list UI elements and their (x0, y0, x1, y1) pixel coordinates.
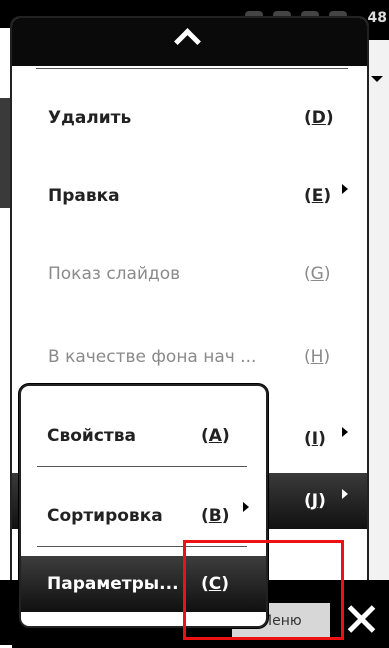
submenu-divider (37, 466, 247, 467)
submenu-item-label: Сортировка (47, 506, 163, 526)
highlight-annotation (183, 540, 344, 640)
menu-item-accelerator: (D) (304, 108, 334, 128)
menu-item-accelerator: (I) (304, 429, 326, 449)
chevron-up-icon (174, 28, 201, 55)
status-time: 48 (367, 10, 387, 26)
menu-item-delete[interactable]: Удалить (D) (12, 90, 367, 146)
menu-item-slideshow: Показ слайдов (G) (12, 246, 367, 302)
submenu-item-accelerator: (B) (201, 506, 230, 526)
menu-item-set-as-background: В качестве фона нач ... (H) (12, 329, 367, 385)
menu-item-label: В качестве фона нач ... (48, 347, 257, 367)
menu-scroll-up[interactable] (12, 18, 367, 66)
close-icon[interactable] (346, 604, 376, 634)
submenu-arrow-icon (342, 427, 348, 437)
submenu-arrow-icon (342, 489, 348, 499)
menu-item-accelerator: (G) (304, 264, 331, 284)
submenu-item-properties[interactable]: Свойства (A) (21, 408, 266, 464)
menu-item-accelerator: (H) (304, 347, 331, 367)
menu-divider (36, 68, 348, 69)
menu-item-label: Показ слайдов (48, 264, 181, 284)
submenu-arrow-icon (243, 502, 249, 512)
menu-item-accelerator: (E) (304, 186, 332, 206)
submenu-arrow-icon (342, 184, 348, 194)
submenu-item-accelerator: (A) (201, 426, 230, 446)
menu-item-edit[interactable]: Правка (E) (12, 168, 367, 224)
submenu-item-sort[interactable]: Сортировка (B) (21, 488, 266, 544)
menu-item-label: Правка (48, 186, 120, 206)
submenu-item-label: Параметры... (47, 574, 179, 594)
menu-item-accelerator: (J) (304, 491, 326, 511)
submenu-item-label: Свойства (47, 426, 136, 446)
menu-item-label: Удалить (48, 108, 132, 128)
chevron-down-icon[interactable] (371, 76, 383, 82)
